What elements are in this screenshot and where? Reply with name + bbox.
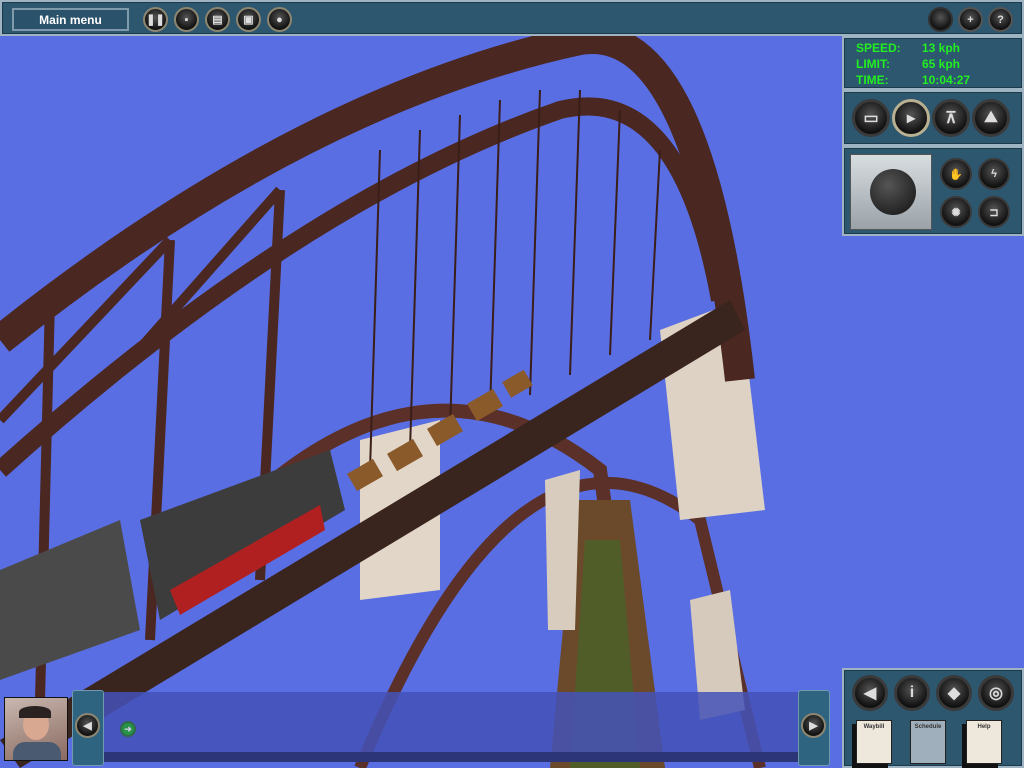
free-roam-button[interactable]: ⛰	[972, 99, 1010, 137]
avatar-hair	[19, 706, 51, 718]
camera-panel: ▭ ▸ ⊼ ⛰	[842, 90, 1024, 146]
zoom-out-button[interactable]	[928, 7, 953, 32]
green-arrow-icon: ➜	[124, 723, 132, 734]
view-icon: ◎	[989, 685, 1003, 702]
zoom-in-icon: +	[967, 13, 974, 26]
message-indicator[interactable]: ➜	[120, 721, 136, 737]
throttle-knob-icon[interactable]	[870, 169, 916, 215]
schedule-document[interactable]: Schedule	[910, 720, 946, 764]
tripod-camera-icon: ⊼	[945, 110, 957, 127]
cab-view-button[interactable]: ▭	[852, 99, 890, 137]
horn-button[interactable]: ⊐	[978, 196, 1010, 228]
left-arrow-icon: ◀	[75, 713, 100, 738]
time-value: 10:04:27	[922, 73, 971, 87]
settings-button[interactable]: ▣	[236, 7, 261, 32]
main-menu-button[interactable]: Main menu	[12, 8, 129, 31]
record-icon: ●	[276, 13, 283, 26]
info-button[interactable]: i	[894, 675, 930, 711]
throttle-dial[interactable]	[850, 154, 932, 230]
headlight-icon: ✺	[951, 206, 961, 219]
screenshot-button[interactable]: ▤	[205, 7, 230, 32]
waybill-document[interactable]: Waybill	[856, 720, 892, 764]
hand-brake-icon: ✋	[949, 168, 963, 181]
limit-value: 65 kph	[922, 57, 961, 71]
time-label: TIME:	[856, 73, 889, 87]
external-view-icon: ▸	[906, 110, 916, 127]
driver-avatar[interactable]	[4, 697, 68, 761]
bridge-pillar	[545, 470, 580, 630]
sound-icon: ◀	[863, 685, 877, 702]
pause-button[interactable]: ❚❚	[143, 7, 168, 32]
settings-icon: ▣	[243, 14, 254, 26]
save-button[interactable]: ▪	[174, 7, 199, 32]
external-view-button[interactable]: ▸	[892, 99, 930, 137]
limit-label: LIMIT:	[856, 57, 890, 71]
info-panel: ◀ i ◆ ◎ Waybill Schedule Help	[842, 668, 1024, 768]
headlight-button[interactable]: ✺	[940, 196, 972, 228]
lightning-icon: ϟ	[991, 168, 997, 180]
next-message-button[interactable]: ▶	[798, 690, 830, 766]
help-icon: ?	[997, 13, 1004, 26]
power-button[interactable]: ϟ	[978, 158, 1010, 190]
top-toolbar: Main menu ❚❚ ▪ ▤ ▣ ● + ?	[0, 0, 1024, 36]
driver-button[interactable]: ◆	[936, 675, 972, 711]
view-button[interactable]: ◎	[978, 675, 1014, 711]
tripod-camera-button[interactable]: ⊼	[932, 99, 970, 137]
handbrake-button[interactable]: ✋	[940, 158, 972, 190]
help-button[interactable]: ?	[988, 7, 1013, 32]
zoom-in-button[interactable]: +	[958, 7, 983, 32]
info-icon: i	[909, 684, 915, 701]
horn-icon: ⊐	[989, 206, 999, 219]
control-panel: ✋ ϟ ✺ ⊐	[842, 146, 1024, 236]
speed-value: 13 kph	[922, 41, 961, 55]
prev-message-button[interactable]: ◀	[72, 690, 104, 766]
save-icon: ▪	[184, 13, 189, 26]
pause-icon: ❚❚	[146, 14, 165, 26]
message-bar: ➜	[104, 692, 800, 752]
record-button[interactable]: ●	[267, 7, 292, 32]
avatar-shirt	[13, 742, 61, 760]
message-bar-bottom	[104, 752, 800, 762]
help-document[interactable]: Help	[966, 720, 1002, 764]
screenshot-icon: ▤	[212, 14, 223, 26]
driver-readout: SPEED: 13 kph LIMIT: 65 kph TIME: 10:04:27	[842, 36, 1024, 90]
driver-icon: ◆	[947, 685, 961, 702]
free-roam-icon: ⛰	[984, 109, 998, 126]
right-arrow-icon: ▶	[801, 713, 826, 738]
sound-button[interactable]: ◀	[852, 675, 888, 711]
cab-view-icon: ▭	[863, 110, 879, 127]
speed-label: SPEED:	[856, 41, 901, 55]
